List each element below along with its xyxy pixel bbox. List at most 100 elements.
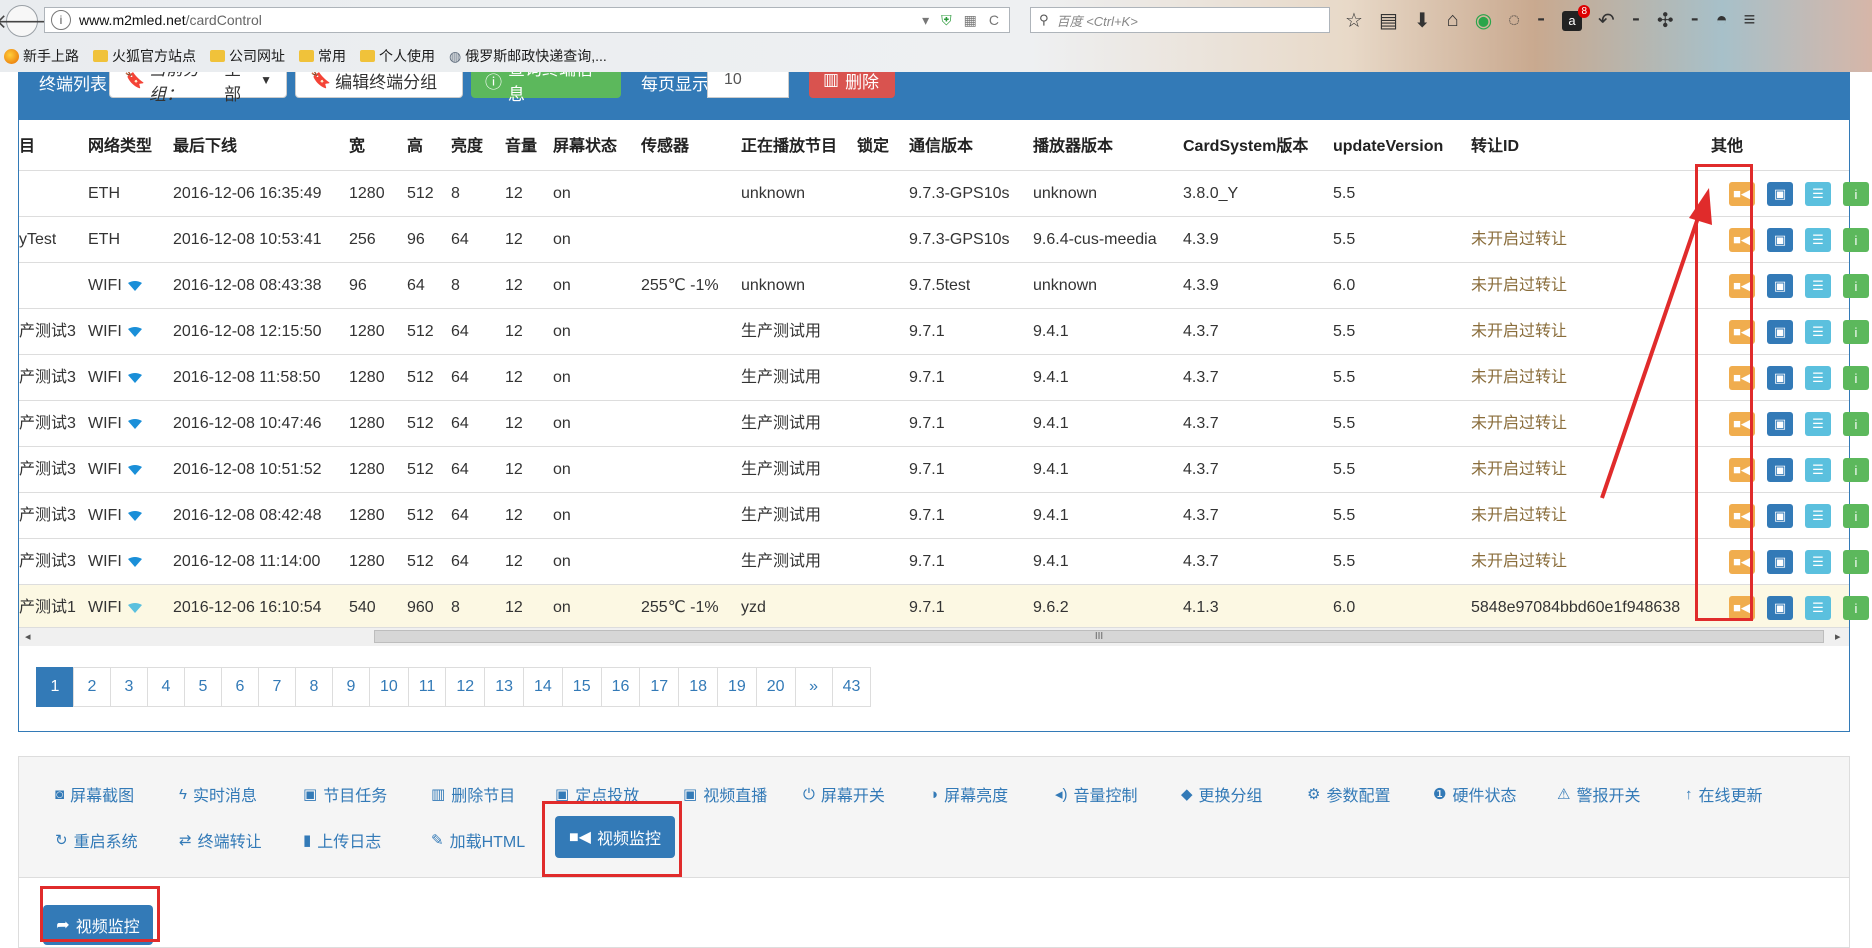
film-button[interactable]: ▣ bbox=[1767, 504, 1793, 528]
info-button[interactable]: i bbox=[1843, 228, 1869, 252]
column-header[interactable]: 屏幕状态 bbox=[553, 124, 617, 170]
table-row[interactable]: 产测试3 WIFI 2016-12-08 12:15:50 1280 512 64 12 on… bbox=[19, 308, 1869, 355]
dropdown-arrow-icon[interactable]: ▾ bbox=[922, 12, 929, 29]
dropdown-icon-2[interactable]: ⁃ bbox=[1631, 8, 1641, 33]
function-link[interactable]: ⚙ 参数配置 bbox=[1307, 782, 1390, 806]
message-icon[interactable]: ◓ bbox=[1716, 9, 1728, 32]
table-row[interactable]: 产测试3 WIFI 2016-12-08 10:51:52 1280 512 64 12 on… bbox=[19, 446, 1869, 493]
reload-icon[interactable]: C bbox=[989, 12, 999, 28]
list-button[interactable]: ☰ bbox=[1805, 596, 1831, 620]
column-header[interactable]: 传感器 bbox=[641, 124, 689, 170]
function-link[interactable]: ◆ 更换分组 bbox=[1181, 782, 1263, 806]
list-button[interactable]: ☰ bbox=[1805, 366, 1831, 390]
table-row[interactable]: 产测试3 WIFI 2016-12-08 08:42:48 1280 512 64 12 on… bbox=[19, 492, 1869, 539]
chat-icon[interactable]: ◉ bbox=[1475, 8, 1492, 33]
info-button[interactable]: i bbox=[1843, 274, 1869, 298]
reading-list-icon[interactable]: ▤ bbox=[1379, 8, 1398, 33]
function-link[interactable]: ⇄ 终端转让 bbox=[179, 828, 262, 852]
column-header[interactable]: 网络类型 bbox=[88, 124, 152, 170]
page-button[interactable]: 14 bbox=[523, 667, 563, 707]
delete-button[interactable]: ▥ 删除 bbox=[809, 72, 895, 98]
film-button[interactable]: ▣ bbox=[1767, 458, 1793, 482]
column-header[interactable]: 高 bbox=[407, 124, 423, 170]
info-button[interactable]: i bbox=[1843, 504, 1869, 528]
page-button[interactable]: 9 bbox=[332, 667, 370, 707]
page-button[interactable]: 20 bbox=[755, 667, 796, 707]
site-info-icon[interactable]: i bbox=[51, 10, 71, 30]
bookmark-item[interactable]: 常用 bbox=[299, 46, 346, 66]
table-row[interactable]: 产测试3 WIFI 2016-12-08 11:14:00 1280 512 64 12 on… bbox=[19, 538, 1869, 585]
page-button[interactable]: 7 bbox=[258, 667, 296, 707]
page-button[interactable]: 2 bbox=[73, 667, 111, 707]
next-page-button[interactable]: » bbox=[794, 667, 833, 707]
info-button[interactable]: i bbox=[1843, 458, 1869, 482]
query-terminal-button[interactable]: ⓘ 查询终端信息 bbox=[471, 72, 621, 104]
function-link[interactable]: ✎ 加载HTML bbox=[431, 828, 525, 852]
horizontal-scrollbar[interactable]: ◂ III ▸ bbox=[19, 627, 1849, 646]
page-button[interactable]: 13 bbox=[484, 667, 524, 707]
shield-icon[interactable]: ⛨ bbox=[941, 12, 952, 29]
function-link[interactable]: ϟ 实时消息 bbox=[179, 782, 257, 806]
list-button[interactable]: ☰ bbox=[1805, 550, 1831, 574]
column-header[interactable]: 亮度 bbox=[451, 124, 483, 170]
bookmark-item[interactable]: 新手上路 bbox=[4, 46, 79, 66]
dropdown-icon-3[interactable]: ⁃ bbox=[1690, 8, 1700, 33]
column-header[interactable]: 通信版本 bbox=[909, 124, 973, 170]
column-header[interactable]: 播放器版本 bbox=[1033, 124, 1113, 170]
page-button[interactable]: 6 bbox=[221, 667, 259, 707]
scroll-left-icon[interactable]: ◂ bbox=[25, 628, 31, 646]
table-row[interactable]: 产测试3 WIFI 2016-12-08 10:47:46 1280 512 64 12 on… bbox=[19, 400, 1869, 447]
notification-icon[interactable]: a8 bbox=[1562, 4, 1591, 31]
page-button[interactable]: 8 bbox=[295, 667, 333, 707]
home-icon[interactable]: ⌂ bbox=[1447, 9, 1459, 32]
edit-group-button[interactable]: 🔖 编辑终端分组 bbox=[295, 72, 463, 98]
star-icon[interactable]: ☆ bbox=[1345, 8, 1363, 33]
page-button[interactable]: 3 bbox=[110, 667, 148, 707]
list-button[interactable]: ☰ bbox=[1805, 504, 1831, 528]
function-link[interactable]: ▮ 上传日志 bbox=[303, 828, 381, 852]
list-button[interactable]: ☰ bbox=[1805, 182, 1831, 206]
menu-icon[interactable]: ≡ bbox=[1744, 9, 1756, 32]
scroll-right-icon[interactable]: ▸ bbox=[1835, 628, 1841, 646]
info-button[interactable]: i bbox=[1843, 412, 1869, 436]
page-button[interactable]: 12 bbox=[445, 667, 486, 707]
dropdown-icon[interactable]: ⁃ bbox=[1536, 8, 1546, 33]
page-button[interactable]: 1 bbox=[36, 667, 74, 707]
info-button[interactable]: i bbox=[1843, 320, 1869, 344]
function-link[interactable]: ❶ 硬件状态 bbox=[1433, 782, 1516, 806]
film-button[interactable]: ▣ bbox=[1767, 412, 1793, 436]
film-button[interactable]: ▣ bbox=[1767, 274, 1793, 298]
column-header[interactable]: 宽 bbox=[349, 124, 365, 170]
bookmark-item[interactable]: 个人使用 bbox=[360, 46, 435, 66]
info-button[interactable]: i bbox=[1843, 366, 1869, 390]
function-link[interactable]: ↻ 重启系统 bbox=[55, 828, 138, 852]
page-button[interactable]: 17 bbox=[639, 667, 680, 707]
page-button[interactable]: 43 bbox=[831, 667, 872, 707]
info-button[interactable]: i bbox=[1843, 596, 1869, 620]
page-button[interactable]: 11 bbox=[407, 667, 447, 707]
film-button[interactable]: ▣ bbox=[1767, 182, 1793, 206]
download-icon[interactable]: ⬇ bbox=[1414, 8, 1431, 33]
column-header[interactable]: CardSystem版本 bbox=[1183, 124, 1308, 170]
per-page-input[interactable]: 10 bbox=[707, 72, 789, 98]
bookmark-item[interactable]: 公司网址 bbox=[210, 46, 285, 66]
page-button[interactable]: 4 bbox=[147, 667, 185, 707]
page-button[interactable]: 5 bbox=[184, 667, 222, 707]
function-link[interactable]: ◂) 音量控制 bbox=[1055, 782, 1138, 806]
function-link[interactable]: ↑ 在线更新 bbox=[1685, 782, 1763, 806]
column-header[interactable]: 音量 bbox=[505, 124, 537, 170]
function-link[interactable]: ◑ 屏幕亮度 bbox=[929, 782, 1008, 806]
page-button[interactable]: 18 bbox=[678, 667, 718, 707]
table-row[interactable]: 产测试3 WIFI 2016-12-08 11:58:50 1280 512 64 12 on… bbox=[19, 354, 1869, 401]
column-header[interactable]: 最后下线 bbox=[173, 124, 237, 170]
table-row[interactable]: 产测试1 WIFI 2016-12-06 16:10:54 540 960 8 12 on 25… bbox=[19, 584, 1869, 631]
column-header[interactable]: 转让ID bbox=[1471, 124, 1519, 170]
puzzle-icon[interactable]: ✣ bbox=[1657, 8, 1674, 33]
function-link[interactable]: ⚠ 警报开关 bbox=[1557, 782, 1640, 806]
table-row[interactable]: WIFI 2016-12-08 08:43:38 96 64 8 12 on 255℃ -1%… bbox=[19, 262, 1869, 309]
column-header[interactable]: 目 bbox=[19, 124, 35, 170]
function-link[interactable]: ▥ 删除节目 bbox=[431, 782, 515, 806]
film-button[interactable]: ▣ bbox=[1767, 320, 1793, 344]
info-button[interactable]: i bbox=[1843, 550, 1869, 574]
back-button[interactable]: 🡐 bbox=[0, 5, 49, 37]
